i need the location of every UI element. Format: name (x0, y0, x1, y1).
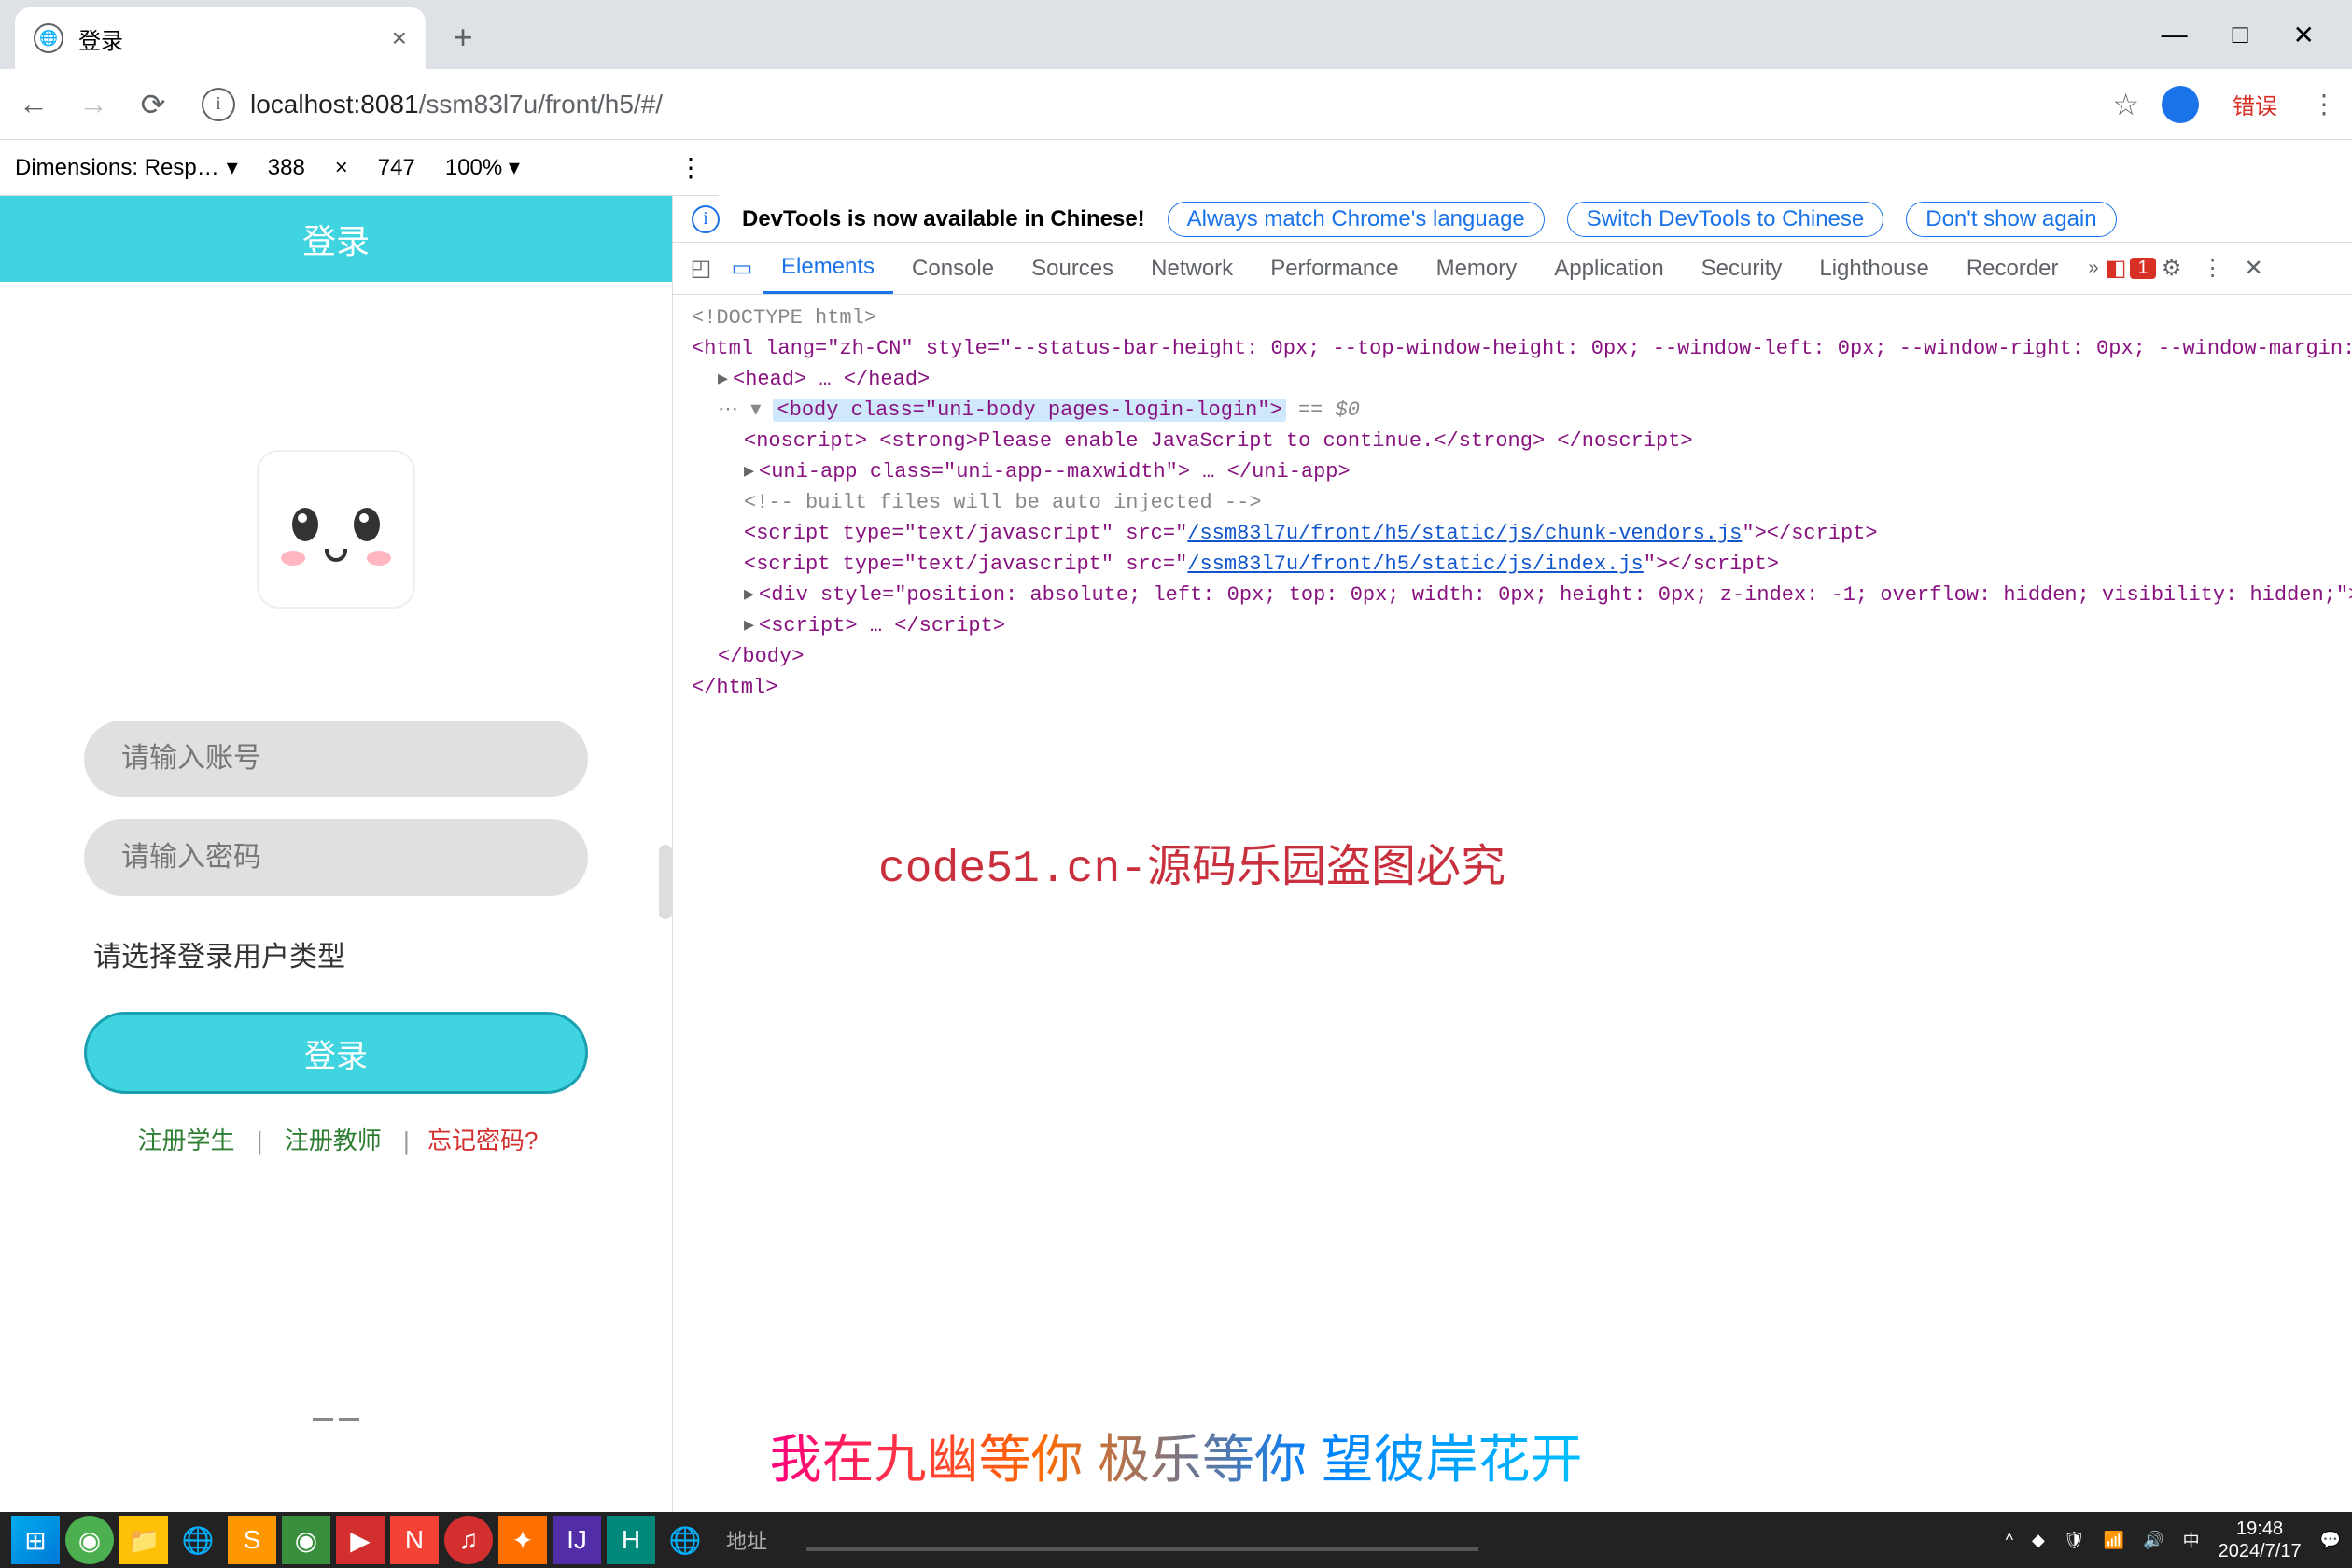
info-icon: i (692, 205, 720, 233)
infobar-chip-always-match[interactable]: Always match Chrome's language (1168, 202, 1545, 237)
tray-notifications-icon[interactable]: 💬 (2320, 1531, 2341, 1550)
tray-icon[interactable]: ◆ (2032, 1531, 2045, 1550)
tab-performance[interactable]: Performance (1252, 243, 1417, 294)
watermark-overlay-text: code51.cn-源码乐园盗图必究 (878, 836, 1505, 903)
url-text: localhost:8081/ssm83l7u/front/h5/#/ (250, 90, 663, 119)
globe-icon: 🌐 (34, 23, 63, 53)
issues-icon[interactable]: ◧1 (2110, 248, 2151, 289)
tab-recorder[interactable]: Recorder (1948, 243, 2078, 294)
taskbar-app-icon[interactable]: ◉ (65, 1516, 114, 1564)
tab-strip: 🌐 登录 × + — □ ✕ (0, 0, 2352, 69)
close-tab-icon[interactable]: × (392, 25, 407, 51)
forgot-password-link[interactable]: 忘记密码? (427, 1127, 538, 1155)
taskbar-address-input[interactable] (806, 1529, 1478, 1551)
tab-sources[interactable]: Sources (1013, 243, 1132, 294)
device-preview-pane: 登录 请选择登录用户类型 登录 注册学生 | 注册教师 | 忘记密码? (0, 196, 673, 1568)
bookmark-icon[interactable]: ☆ (2112, 87, 2139, 122)
taskbar-chrome-icon[interactable]: 🌐 (661, 1516, 709, 1564)
minimize-button[interactable]: — (2162, 20, 2188, 49)
back-button[interactable]: ← (15, 86, 52, 123)
taskbar-app-icon[interactable]: ♫ (444, 1516, 493, 1564)
infobar-chip-switch[interactable]: Switch DevTools to Chinese (1567, 202, 1883, 237)
app-links-row: 注册学生 | 注册教师 | 忘记密码? (37, 1122, 635, 1156)
taskbar-address-label: 地址 (726, 1525, 801, 1555)
selected-body-element[interactable]: ⋯ ▾ <body class="uni-body pages-login-lo… (692, 395, 2352, 426)
forward-button[interactable]: → (75, 86, 112, 123)
tray-chevron-icon[interactable]: ^ (2006, 1531, 2013, 1550)
taskbar-clock[interactable]: 19:48 2024/7/17 (2219, 1518, 2302, 1562)
windows-taskbar: ⊞ ◉ 📁 🌐 S ◉ ▶ N ♫ ✦ IJ H 🌐 地址 ^ ◆ 🛡 📶 🔊 … (0, 1512, 2352, 1568)
taskbar-app-icon[interactable]: IJ (553, 1516, 601, 1564)
close-window-button[interactable]: ✕ (2293, 20, 2315, 50)
browser-tab[interactable]: 🌐 登录 × (15, 7, 426, 69)
taskbar-chrome-icon[interactable]: 🌐 (174, 1516, 222, 1564)
tab-console[interactable]: Console (893, 243, 1013, 294)
password-input[interactable] (84, 819, 588, 896)
tab-application[interactable]: Application (1535, 243, 1682, 294)
device-zoom-dropdown[interactable]: 100% ▾ (445, 154, 520, 181)
username-input[interactable] (84, 721, 588, 797)
devtools-pane: i DevTools is now available in Chinese! … (673, 196, 2352, 1568)
taskbar-app-icon[interactable]: 📁 (119, 1516, 168, 1564)
toggle-device-icon[interactable]: ▭ (721, 248, 763, 289)
devtools-infobar: i DevTools is now available in Chinese! … (673, 196, 2352, 243)
taskbar-app-icon[interactable]: N (390, 1516, 439, 1564)
taskbar-app-icon[interactable]: ✦ (498, 1516, 547, 1564)
register-student-link[interactable]: 注册学生 (138, 1127, 235, 1155)
device-height-input[interactable] (367, 155, 427, 181)
browser-toolbar: ← → ⟳ i localhost:8081/ssm83l7u/front/h5… (0, 69, 2352, 140)
chrome-menu-icon[interactable]: ⋮ (2311, 89, 2337, 119)
dimensions-dropdown[interactable]: Dimensions: Resp… ▾ (15, 154, 238, 181)
devtools-tabs: ◰ ▭ Elements Console Sources Network Per… (673, 243, 2352, 295)
profile-avatar[interactable] (2162, 86, 2199, 123)
resize-handle-icon[interactable] (308, 1418, 364, 1427)
tab-lighthouse[interactable]: Lighthouse (1800, 243, 1947, 294)
app-header-title: 登录 (0, 196, 672, 282)
devtools-close-icon[interactable]: ✕ (2233, 248, 2275, 289)
taskbar-app-icon[interactable]: S (228, 1516, 276, 1564)
new-tab-button[interactable]: + (437, 11, 489, 63)
tray-wifi-icon[interactable]: 📶 (2104, 1531, 2124, 1550)
pane-splitter[interactable] (659, 845, 672, 919)
system-tray[interactable]: ^ ◆ 🛡 📶 🔊 中 19:48 2024/7/17 💬 (2006, 1518, 2341, 1562)
elements-tree[interactable]: <!DOCTYPE html> <html lang="zh-CN" style… (673, 295, 2352, 1531)
app-avatar-icon (257, 450, 415, 609)
taskbar-app-icon[interactable]: H (607, 1516, 655, 1564)
tray-icon[interactable]: 🛡 (2064, 1531, 2085, 1550)
infobar-chip-dontshow[interactable]: Don't show again (1906, 202, 2116, 237)
tray-ime-icon[interactable]: 中 (2183, 1528, 2200, 1552)
reload-button[interactable]: ⟳ (134, 86, 172, 123)
watermark-bottom-text: 我在九幽等你 极乐等你 望彼岸花开 (769, 1418, 1582, 1493)
mobile-app-root: 登录 请选择登录用户类型 登录 注册学生 | 注册教师 | 忘记密码? (0, 196, 672, 1568)
tab-title: 登录 (78, 22, 123, 55)
tab-elements[interactable]: Elements (763, 243, 893, 294)
start-button[interactable]: ⊞ (11, 1516, 60, 1564)
site-info-icon[interactable]: i (202, 88, 235, 121)
login-button[interactable]: 登录 (84, 1012, 588, 1094)
extension-error-badge[interactable]: 错误 (2221, 84, 2289, 124)
tray-volume-icon[interactable]: 🔊 (2143, 1531, 2163, 1550)
inspect-element-icon[interactable]: ◰ (680, 248, 721, 289)
infobar-text: DevTools is now available in Chinese! (742, 206, 1145, 232)
usertype-label[interactable]: 请选择登录用户类型 (93, 933, 635, 974)
device-toolbar: Dimensions: Resp… ▾ × 100% ▾ ⋮ (0, 140, 719, 196)
window-controls: — □ ✕ (2162, 0, 2352, 69)
device-toolbar-menu-icon[interactable]: ⋮ (678, 152, 704, 183)
device-width-input[interactable] (257, 155, 316, 181)
register-teacher-link[interactable]: 注册教师 (285, 1127, 382, 1155)
tab-network[interactable]: Network (1132, 243, 1252, 294)
dimension-separator: × (335, 155, 348, 181)
address-bar[interactable]: i localhost:8081/ssm83l7u/front/h5/#/ (194, 78, 2090, 131)
settings-gear-icon[interactable]: ⚙ (2151, 248, 2192, 289)
taskbar-app-icon[interactable]: ▶ (336, 1516, 385, 1564)
tab-security[interactable]: Security (1683, 243, 1801, 294)
maximize-button[interactable]: □ (2233, 20, 2248, 49)
taskbar-app-icon[interactable]: ◉ (282, 1516, 330, 1564)
devtools-menu-icon[interactable]: ⋮ (2192, 248, 2233, 289)
tab-memory[interactable]: Memory (1418, 243, 1536, 294)
